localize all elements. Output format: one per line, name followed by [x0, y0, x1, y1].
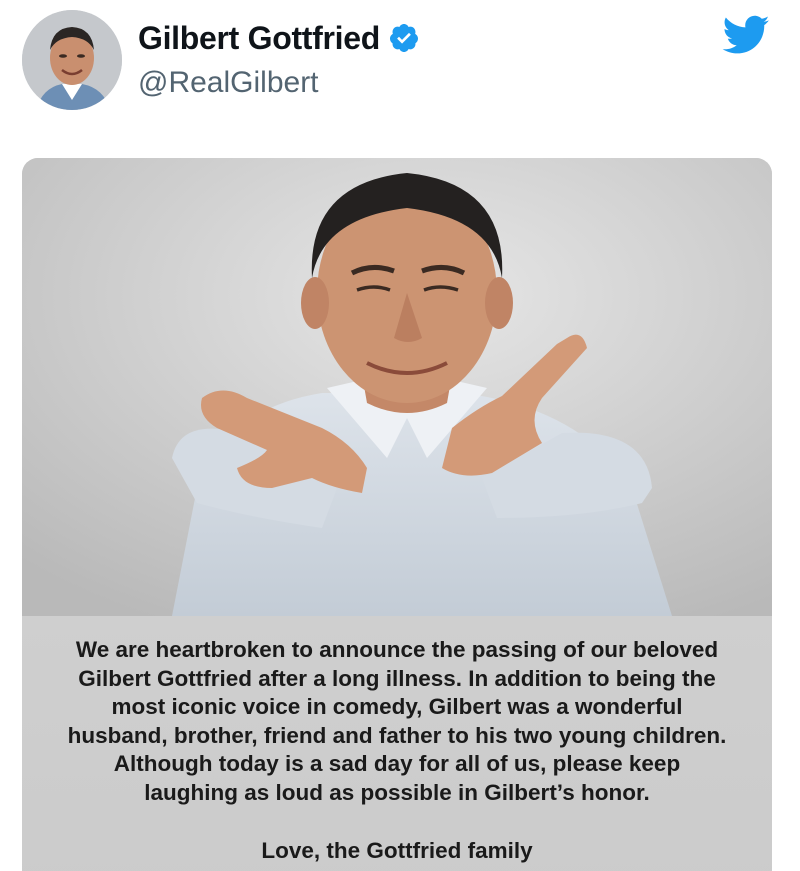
statement-line: laughing as loud as possible in Gilbert’…: [144, 779, 650, 805]
avatar[interactable]: [22, 10, 122, 110]
tweet-card: Gilbert Gottfried @RealGilbert We are he…: [0, 0, 800, 871]
statement-panel: We are heartbroken to announce the passi…: [22, 616, 772, 871]
tweet-media[interactable]: We are heartbroken to announce the passi…: [22, 158, 772, 871]
statement-line: husband, brother, friend and father to h…: [67, 722, 727, 748]
statement-line: Although today is a sad day for all of u…: [113, 751, 681, 777]
statement-line: most iconic voice in comedy, Gilbert was…: [111, 694, 683, 720]
statement-line: We are heartbroken to announce the passi…: [75, 637, 719, 662]
display-name[interactable]: Gilbert Gottfried: [138, 20, 380, 57]
statement-line: Gilbert Gottfried after a long illness. …: [78, 665, 716, 691]
handle[interactable]: @RealGilbert: [138, 66, 420, 100]
portrait-photo[interactable]: [22, 158, 772, 616]
signoff-text: Love, the Gottfried family: [261, 838, 533, 863]
tweet-header: Gilbert Gottfried @RealGilbert: [0, 0, 800, 120]
verified-badge-icon: [388, 22, 420, 54]
display-name-row: Gilbert Gottfried: [138, 16, 420, 60]
statement-text: We are heartbroken to announce the passi…: [22, 636, 772, 808]
twitter-bird-icon[interactable]: [720, 14, 770, 56]
author-names: Gilbert Gottfried @RealGilbert: [138, 16, 420, 100]
